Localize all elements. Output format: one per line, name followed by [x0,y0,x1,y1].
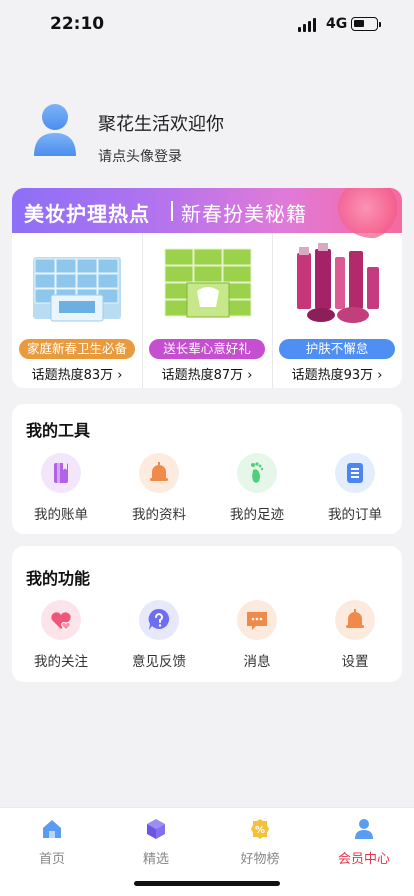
tool-label: 我的足迹 [230,507,284,523]
product-tag: 家庭新春卫生必备 [19,339,135,359]
function-label: 我的关注 [34,654,88,670]
my-tools-card: 我的工具 我的账单 我的资料 我的足迹 我的订单 [12,404,402,534]
bell-settings-icon [335,600,375,640]
tissue-packs-image [33,257,121,322]
tab-label: 首页 [38,852,65,867]
topic-heat-link[interactable]: 话题热度93万 › [272,364,402,383]
product-tag: 送长辈心意好礼 [149,339,265,359]
tab-label: 会员中心 [337,852,390,867]
function-label: 意见反馈 [132,654,186,670]
tab-label: 精选 [142,852,169,867]
order-icon [335,453,375,493]
signal-icon [298,18,320,32]
user-icon [355,819,373,839]
section-title-tools: 我的工具 [26,421,91,440]
green-tissue-boxes-image [164,248,252,318]
function-my-follows[interactable]: 我的关注 [12,600,110,690]
product-card-napkins[interactable]: 送长辈心意好礼 话题热度87万 › [142,233,272,388]
message-icon [237,600,277,640]
product-card-skincare[interactable]: 护肤不懈怠 话题热度93万 › [272,233,402,388]
banner-title: 美妆护理热点 [24,202,150,226]
product-card-tissues[interactable]: 家庭新春卫生必备 话题热度83万 › [12,233,142,388]
rose-decoration [338,188,402,238]
tool-label: 我的订单 [328,507,382,523]
cube-icon [147,819,165,839]
home-icon [43,820,61,838]
network-type: 4G [326,16,348,32]
login-hint[interactable]: 请点头像登录 [98,146,182,166]
function-messages[interactable]: 消息 [208,600,306,690]
avatar[interactable] [30,103,80,157]
tool-my-bill[interactable]: 我的账单 [12,453,110,543]
function-settings[interactable]: 设置 [306,600,404,690]
topic-heat-link[interactable]: 话题热度83万 › [12,364,142,383]
my-functions-card: 我的功能 我的关注 意见反馈 消息 设置 [12,546,402,682]
tool-my-footprint[interactable]: 我的足迹 [208,453,306,543]
status-bar: 22:10 4G [0,0,414,50]
banner-divider [171,201,173,221]
tab-top-picks[interactable]: % 好物榜 [208,818,312,868]
banner-subtitle: 新春扮美秘籍 [181,202,307,226]
bill-icon [41,453,81,493]
bell-profile-icon [139,453,179,493]
tool-label: 我的账单 [34,507,88,523]
tab-featured[interactable]: 精选 [104,818,208,868]
function-feedback[interactable]: 意见反馈 [110,600,208,690]
banner-header[interactable]: 美妆护理热点 新春扮美秘籍 [12,188,402,238]
svg-text:%: % [255,825,265,836]
battery-icon [351,17,381,31]
status-time: 22:10 [50,14,105,34]
tab-member-center[interactable]: 会员中心 [312,818,414,868]
tool-label: 我的资料 [132,507,186,523]
welcome-text: 聚花生活欢迎你 [98,114,224,135]
beauty-hot-topics-card: 美妆护理热点 新春扮美秘籍 家庭新春卫生必备 话题热度83万 › 送长辈心意好礼… [12,188,402,388]
home-indicator[interactable] [134,881,280,886]
function-label: 设置 [341,654,369,670]
tab-label: 好物榜 [240,852,280,867]
tab-home[interactable]: 首页 [0,818,104,868]
tool-my-orders[interactable]: 我的订单 [306,453,404,543]
user-avatar-icon [34,104,76,156]
tool-my-profile[interactable]: 我的资料 [110,453,208,543]
section-title-functions: 我的功能 [26,569,91,588]
question-icon [139,600,179,640]
discount-badge-icon: % [251,819,269,839]
skincare-set-image [297,243,379,323]
function-label: 消息 [243,654,271,670]
footprint-icon [237,453,277,493]
hearts-icon [41,600,81,640]
product-tag: 护肤不懈怠 [279,339,395,359]
topic-heat-link[interactable]: 话题热度87万 › [142,364,272,383]
